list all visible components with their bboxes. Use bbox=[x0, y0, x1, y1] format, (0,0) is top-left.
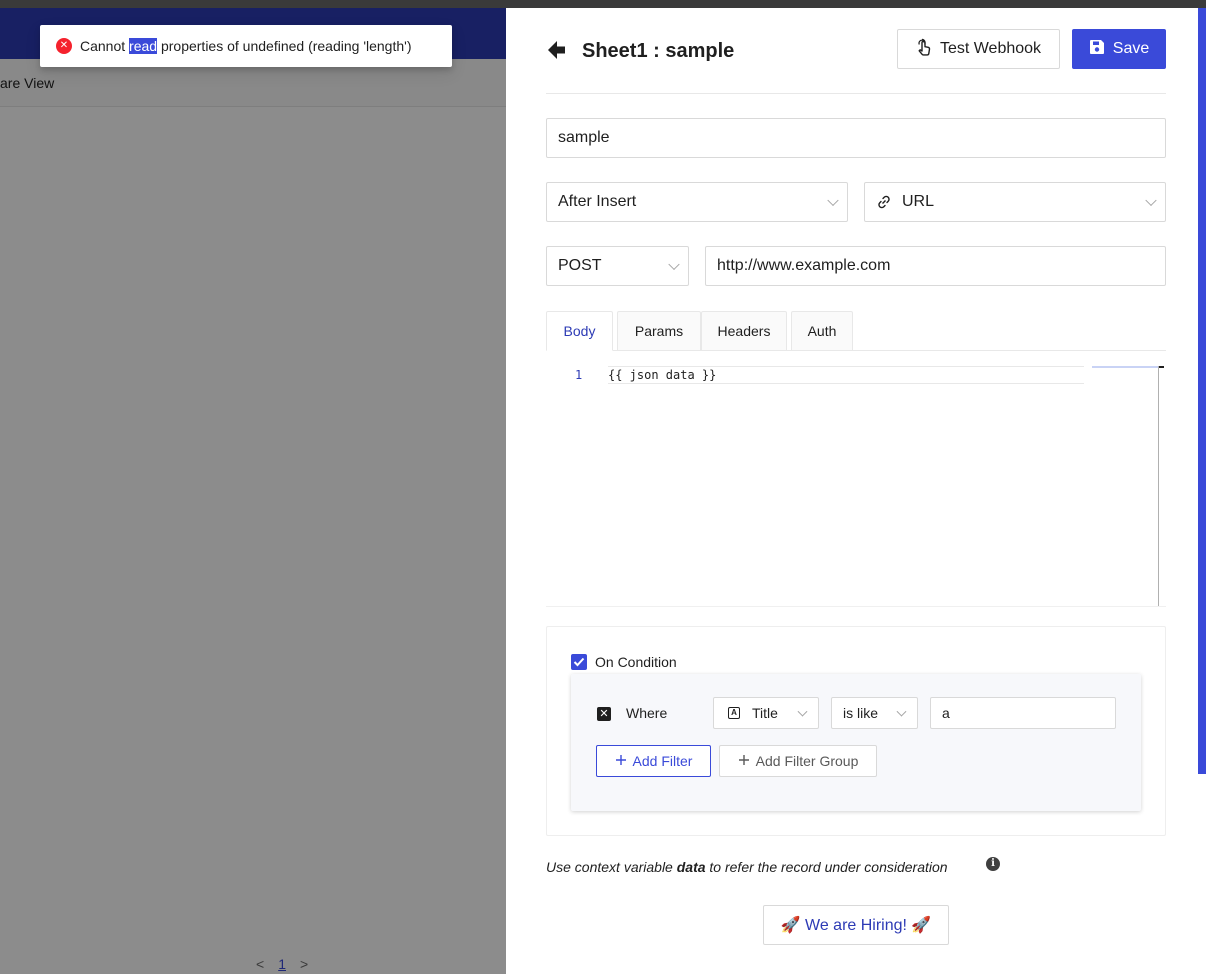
filter-panel: ✕ Where A Title is like a Add Filter Add… bbox=[571, 674, 1141, 811]
delete-filter-icon[interactable]: ✕ bbox=[597, 707, 611, 721]
on-condition-checkbox[interactable] bbox=[571, 654, 587, 670]
tab-headers[interactable]: Headers bbox=[701, 311, 787, 351]
webhook-name-input[interactable]: sample bbox=[546, 118, 1166, 158]
save-icon bbox=[1089, 39, 1105, 60]
drawer-scrollbar[interactable] bbox=[1198, 8, 1206, 774]
error-toast-message: Cannot read properties of undefined (rea… bbox=[80, 38, 412, 54]
info-icon[interactable]: i bbox=[986, 857, 1000, 871]
request-tabs: Body Params Headers Auth bbox=[546, 311, 1166, 351]
http-method-select[interactable]: POST bbox=[546, 246, 689, 286]
context-variable-hint: Use context variable data to refer the r… bbox=[546, 859, 948, 875]
add-filter-button[interactable]: Add Filter bbox=[596, 745, 711, 777]
plus-icon bbox=[615, 753, 627, 769]
add-filter-label: Add Filter bbox=[632, 753, 693, 769]
chevron-down-icon bbox=[827, 194, 839, 207]
condition-section: On Condition ✕ Where A Title is like a A… bbox=[546, 626, 1166, 836]
filter-where-label: Where bbox=[626, 705, 668, 721]
filter-field-select[interactable]: A Title bbox=[713, 697, 819, 729]
error-toast: ✕ Cannot read properties of undefined (r… bbox=[40, 25, 452, 67]
webhook-drawer: Sheet1 : sample Test Webhook Save sample… bbox=[506, 8, 1206, 974]
header-divider bbox=[546, 93, 1166, 94]
page-title: Sheet1 : sample bbox=[582, 40, 735, 62]
url-input[interactable]: http://www.example.com bbox=[705, 246, 1166, 286]
http-method-value: POST bbox=[558, 257, 602, 274]
notification-type-value: URL bbox=[902, 193, 935, 210]
tab-params[interactable]: Params bbox=[617, 311, 701, 351]
plus-icon bbox=[738, 753, 750, 769]
tab-body[interactable]: Body bbox=[546, 311, 613, 351]
tab-auth[interactable]: Auth bbox=[791, 311, 853, 351]
error-circle-icon: ✕ bbox=[56, 38, 72, 54]
filter-operator-value: is like bbox=[843, 705, 879, 721]
event-select-value: After Insert bbox=[558, 193, 637, 210]
back-arrow-icon[interactable] bbox=[546, 38, 568, 62]
save-label: Save bbox=[1112, 40, 1150, 57]
link-icon bbox=[876, 194, 892, 210]
save-button[interactable]: Save bbox=[1072, 29, 1166, 69]
touch-icon bbox=[916, 38, 932, 61]
filter-value-input[interactable]: a bbox=[930, 697, 1116, 729]
add-filter-group-label: Add Filter Group bbox=[755, 753, 859, 769]
notification-type-select[interactable]: URL bbox=[864, 182, 1166, 222]
filter-field-value: Title bbox=[752, 705, 778, 721]
check-icon bbox=[573, 657, 585, 667]
browser-top-strip bbox=[0, 0, 1206, 8]
filter-operator-select[interactable]: is like bbox=[831, 697, 918, 729]
editor-line[interactable]: {{ json data }} bbox=[608, 366, 1084, 384]
chevron-down-icon bbox=[896, 706, 907, 717]
editor-minimap[interactable] bbox=[1092, 366, 1158, 368]
modal-overlay[interactable] bbox=[0, 0, 506, 974]
body-code-editor[interactable]: 1 {{ json data }} bbox=[546, 351, 1166, 607]
event-select[interactable]: After Insert bbox=[546, 182, 848, 222]
text-column-icon: A bbox=[728, 707, 740, 719]
test-webhook-label: Test Webhook bbox=[939, 40, 1042, 57]
editor-line-number: 1 bbox=[575, 368, 583, 382]
chevron-down-icon bbox=[1145, 194, 1157, 207]
on-condition-label: On Condition bbox=[595, 654, 677, 670]
chevron-down-icon bbox=[668, 258, 680, 271]
chevron-down-icon bbox=[797, 706, 808, 717]
editor-scrollbar[interactable] bbox=[1158, 366, 1159, 606]
add-filter-group-button[interactable]: Add Filter Group bbox=[719, 745, 877, 777]
we-are-hiring-button[interactable]: 🚀 We are Hiring! 🚀 bbox=[763, 905, 949, 945]
test-webhook-button[interactable]: Test Webhook bbox=[897, 29, 1060, 69]
